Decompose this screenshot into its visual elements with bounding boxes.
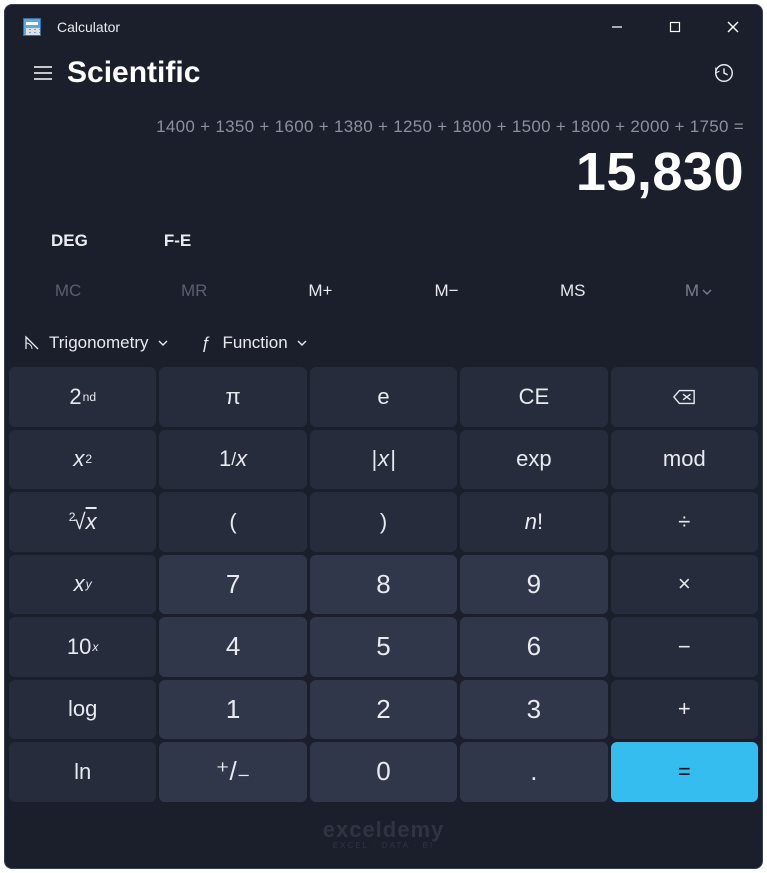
backspace-icon: [672, 388, 696, 406]
mode-title: Scientific: [67, 56, 200, 90]
maximize-button[interactable]: [646, 5, 704, 49]
add-key[interactable]: +: [611, 680, 758, 740]
chevron-down-icon: [296, 337, 308, 349]
hamburger-icon: [33, 65, 53, 81]
digit-1-key[interactable]: 1: [159, 680, 306, 740]
digit-2-key[interactable]: 2: [310, 680, 457, 740]
ten-power-key[interactable]: 10x: [9, 617, 156, 677]
expression-display: 1400 + 1350 + 1600 + 1380 + 1250 + 1800 …: [5, 103, 762, 141]
mod-key[interactable]: mod: [611, 430, 758, 490]
negate-key[interactable]: ⁺/₋: [159, 742, 306, 802]
history-icon: [713, 62, 735, 84]
lparen-key[interactable]: (: [159, 492, 306, 552]
rparen-key[interactable]: ): [310, 492, 457, 552]
hamburger-menu-button[interactable]: [23, 53, 63, 93]
second-key[interactable]: 2nd: [9, 367, 156, 427]
divide-key[interactable]: ÷: [611, 492, 758, 552]
memory-plus-button[interactable]: M+: [257, 271, 383, 311]
sqrt-key[interactable]: 2√x: [9, 492, 156, 552]
factorial-key[interactable]: n!: [460, 492, 607, 552]
window-controls: [588, 5, 762, 49]
exp-key[interactable]: exp: [460, 430, 607, 490]
ln-key[interactable]: ln: [9, 742, 156, 802]
log-key[interactable]: log: [9, 680, 156, 740]
power-key[interactable]: xy: [9, 555, 156, 615]
pi-key[interactable]: π: [159, 367, 306, 427]
clear-entry-key[interactable]: CE: [460, 367, 607, 427]
digit-9-key[interactable]: 9: [460, 555, 607, 615]
square-key[interactable]: x2: [9, 430, 156, 490]
reciprocal-key[interactable]: 1/x: [159, 430, 306, 490]
maximize-icon: [669, 21, 681, 33]
digit-3-key[interactable]: 3: [460, 680, 607, 740]
minimize-icon: [611, 21, 623, 33]
memory-store-button[interactable]: MS: [510, 271, 636, 311]
chevron-down-icon: [701, 286, 713, 298]
close-icon: [727, 21, 739, 33]
digit-4-key[interactable]: 4: [159, 617, 306, 677]
memory-minus-button[interactable]: M−: [383, 271, 509, 311]
chevron-down-icon: [157, 337, 169, 349]
dropdown-row: Trigonometry ƒ Function: [5, 319, 762, 363]
keypad: 2nd π e CE x2 1/x x exp mod 2√x ( ) n! ÷…: [5, 363, 762, 868]
deg-toggle[interactable]: DEG: [23, 223, 116, 259]
toggle-row: DEG F-E: [5, 223, 762, 259]
memory-row: MC MR M+ M− MS M: [5, 263, 762, 319]
decimal-key[interactable]: .: [460, 742, 607, 802]
header-row: Scientific: [5, 49, 762, 103]
backspace-key[interactable]: [611, 367, 758, 427]
fe-toggle[interactable]: F-E: [136, 223, 219, 259]
digit-7-key[interactable]: 7: [159, 555, 306, 615]
abs-key[interactable]: x: [310, 430, 457, 490]
digit-5-key[interactable]: 5: [310, 617, 457, 677]
trigonometry-label: Trigonometry: [49, 333, 149, 353]
e-key[interactable]: e: [310, 367, 457, 427]
app-title: Calculator: [57, 19, 120, 35]
digit-0-key[interactable]: 0: [310, 742, 457, 802]
calculator-app-icon: [23, 18, 41, 36]
function-icon: ƒ: [197, 333, 215, 353]
result-display: 15,830: [5, 141, 762, 217]
function-dropdown[interactable]: ƒ Function: [197, 333, 308, 353]
function-label: Function: [223, 333, 288, 353]
calculator-window: Calculator Scientific 1400 + 1350 + 1600…: [4, 4, 763, 869]
close-button[interactable]: [704, 5, 762, 49]
memory-list-button[interactable]: M: [636, 271, 762, 311]
minimize-button[interactable]: [588, 5, 646, 49]
trigonometry-dropdown[interactable]: Trigonometry: [23, 333, 169, 353]
multiply-key[interactable]: ×: [611, 555, 758, 615]
digit-6-key[interactable]: 6: [460, 617, 607, 677]
memory-recall-button[interactable]: MR: [131, 271, 257, 311]
history-button[interactable]: [704, 53, 744, 93]
angle-icon: [23, 335, 41, 351]
digit-8-key[interactable]: 8: [310, 555, 457, 615]
titlebar: Calculator: [5, 5, 762, 49]
memory-clear-button[interactable]: MC: [5, 271, 131, 311]
equals-key[interactable]: =: [611, 742, 758, 802]
subtract-key[interactable]: −: [611, 617, 758, 677]
